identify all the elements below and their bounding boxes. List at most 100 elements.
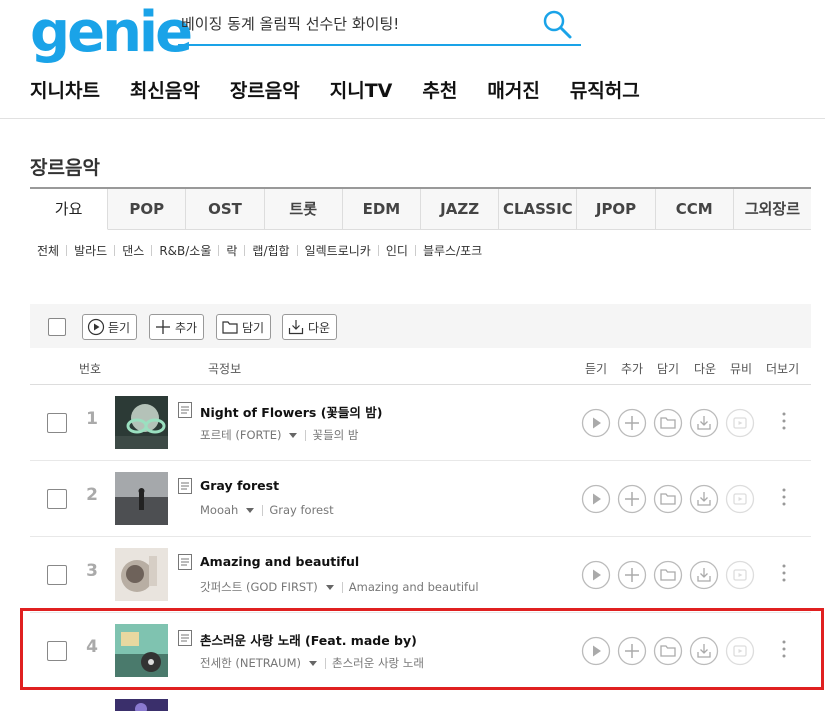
add-button[interactable]: 추가 bbox=[149, 314, 205, 340]
add-icon[interactable] bbox=[617, 408, 647, 438]
more-options-icon[interactable] bbox=[778, 485, 790, 509]
divider bbox=[151, 245, 153, 256]
divider bbox=[66, 245, 68, 256]
music-video-icon[interactable] bbox=[725, 408, 755, 438]
play-icon[interactable] bbox=[581, 408, 611, 438]
album-art[interactable] bbox=[115, 472, 168, 525]
album-art[interactable] bbox=[115, 548, 168, 601]
play-icon[interactable] bbox=[581, 484, 611, 514]
highlight-box bbox=[20, 608, 824, 690]
download-icon[interactable] bbox=[689, 408, 719, 438]
add-icon[interactable] bbox=[617, 560, 647, 590]
select-all-checkbox[interactable] bbox=[48, 318, 66, 336]
folder-icon[interactable] bbox=[653, 560, 683, 590]
row-checkbox[interactable] bbox=[47, 565, 67, 585]
tab-ccm[interactable]: CCM bbox=[656, 189, 734, 230]
subcat-all[interactable]: 전체 bbox=[37, 242, 59, 259]
folder-icon[interactable] bbox=[653, 408, 683, 438]
album-name[interactable]: 꽃들의 밤 bbox=[312, 427, 358, 443]
artist-name[interactable]: 포르테 (FORTE) bbox=[200, 427, 281, 443]
tab-jazz[interactable]: JAZZ bbox=[421, 189, 500, 230]
subcat-rnb[interactable]: R&B/소울 bbox=[159, 242, 211, 259]
nav-recommend[interactable]: 추천 bbox=[422, 76, 457, 103]
artist-dropdown-icon[interactable] bbox=[325, 584, 334, 590]
tab-edm[interactable]: EDM bbox=[343, 189, 422, 230]
nav-chart[interactable]: 지니차트 bbox=[30, 76, 100, 103]
lyrics-icon[interactable] bbox=[178, 402, 192, 418]
list-toolbar: 듣기 추가 담기 다운 bbox=[30, 304, 811, 348]
divider bbox=[377, 245, 379, 256]
album-art[interactable] bbox=[115, 396, 168, 449]
more-options-icon[interactable] bbox=[778, 561, 790, 585]
subcat-electronica[interactable]: 일렉트로니카 bbox=[305, 242, 371, 259]
search-icon[interactable] bbox=[541, 8, 573, 40]
nav-genie-tv[interactable]: 지니TV bbox=[330, 76, 393, 103]
tab-trot[interactable]: 트롯 bbox=[265, 189, 343, 230]
artist-dropdown-icon[interactable] bbox=[289, 432, 298, 438]
download-icon[interactable] bbox=[689, 560, 719, 590]
listen-button[interactable]: 듣기 bbox=[82, 314, 138, 340]
search-input[interactable] bbox=[178, 6, 528, 40]
col-number: 번호 bbox=[79, 362, 102, 376]
album-name[interactable]: Amazing and beautiful bbox=[349, 580, 479, 594]
divider bbox=[414, 245, 416, 256]
genie-logo[interactable]: genie bbox=[30, 2, 193, 64]
row-checkbox[interactable] bbox=[47, 413, 67, 433]
music-video-icon[interactable] bbox=[725, 484, 755, 514]
lyrics-icon[interactable] bbox=[178, 478, 192, 494]
add-icon[interactable] bbox=[617, 484, 647, 514]
add-label: 추가 bbox=[175, 320, 198, 335]
album-name[interactable]: Gray forest bbox=[269, 503, 333, 517]
nav-latest[interactable]: 최신음악 bbox=[130, 76, 200, 103]
tab-jpop[interactable]: JPOP bbox=[577, 189, 656, 230]
artist-name[interactable]: Mooah bbox=[200, 503, 238, 517]
album-art[interactable] bbox=[115, 699, 168, 711]
folder-icon bbox=[222, 321, 238, 334]
song-title[interactable]: Gray forest bbox=[200, 478, 279, 493]
nav-genre[interactable]: 장르음악 bbox=[230, 76, 300, 103]
subcat-ballad[interactable]: 발라드 bbox=[74, 242, 107, 259]
tab-pop[interactable]: POP bbox=[108, 189, 187, 230]
lyrics-icon[interactable] bbox=[178, 554, 192, 570]
tab-kpop[interactable]: 가요 bbox=[30, 189, 109, 230]
subcat-rock[interactable]: 락 bbox=[226, 242, 237, 259]
row-checkbox[interactable] bbox=[47, 489, 67, 509]
download-icon bbox=[288, 320, 304, 335]
folder-icon[interactable] bbox=[653, 484, 683, 514]
subcat-blues-folk[interactable]: 블루스/포크 bbox=[423, 242, 482, 259]
subcat-indie[interactable]: 인디 bbox=[386, 242, 408, 259]
tab-ost[interactable]: OST bbox=[186, 189, 265, 230]
save-button[interactable]: 담기 bbox=[216, 314, 272, 340]
header-divider bbox=[0, 118, 825, 119]
download-icon[interactable] bbox=[689, 484, 719, 514]
nav-music-hug[interactable]: 뮤직허그 bbox=[570, 76, 640, 103]
artist-name[interactable]: 갓퍼스트 (GOD FIRST) bbox=[200, 579, 318, 595]
search-bar bbox=[178, 6, 581, 46]
subcat-dance[interactable]: 댄스 bbox=[122, 242, 144, 259]
main-nav: 지니차트 최신음악 장르음악 지니TV 추천 매거진 뮤직허그 bbox=[30, 76, 670, 103]
music-video-icon[interactable] bbox=[725, 560, 755, 590]
nav-magazine[interactable]: 매거진 bbox=[487, 76, 539, 103]
song-title[interactable]: Amazing and beautiful bbox=[200, 554, 359, 569]
more-options-icon[interactable] bbox=[778, 409, 790, 433]
divider bbox=[296, 245, 298, 256]
divider bbox=[114, 245, 116, 256]
rank-number: 2 bbox=[86, 485, 98, 505]
divider bbox=[244, 245, 246, 256]
tab-classic[interactable]: CLASSIC bbox=[499, 189, 578, 230]
save-label: 담기 bbox=[242, 320, 265, 335]
download-button[interactable]: 다운 bbox=[282, 314, 338, 340]
song-title[interactable]: Night of Flowers (꽃들의 밤) bbox=[200, 402, 382, 421]
artist-dropdown-icon[interactable] bbox=[246, 507, 255, 513]
table-row: 2 Gray forest Mooah Gray forest bbox=[30, 461, 811, 537]
subcat-hiphop[interactable]: 랩/힙합 bbox=[252, 242, 289, 259]
song-meta: 포르테 (FORTE) 꽃들의 밤 bbox=[200, 427, 358, 443]
divider bbox=[218, 245, 220, 256]
tab-other[interactable]: 그외장르 bbox=[734, 189, 811, 230]
divider bbox=[341, 581, 343, 593]
col-info: 곡정보 bbox=[208, 362, 242, 376]
play-icon[interactable] bbox=[581, 560, 611, 590]
col-listen: 듣기 bbox=[585, 362, 608, 376]
song-meta: 갓퍼스트 (GOD FIRST) Amazing and beautiful bbox=[200, 579, 479, 595]
divider bbox=[305, 429, 307, 441]
